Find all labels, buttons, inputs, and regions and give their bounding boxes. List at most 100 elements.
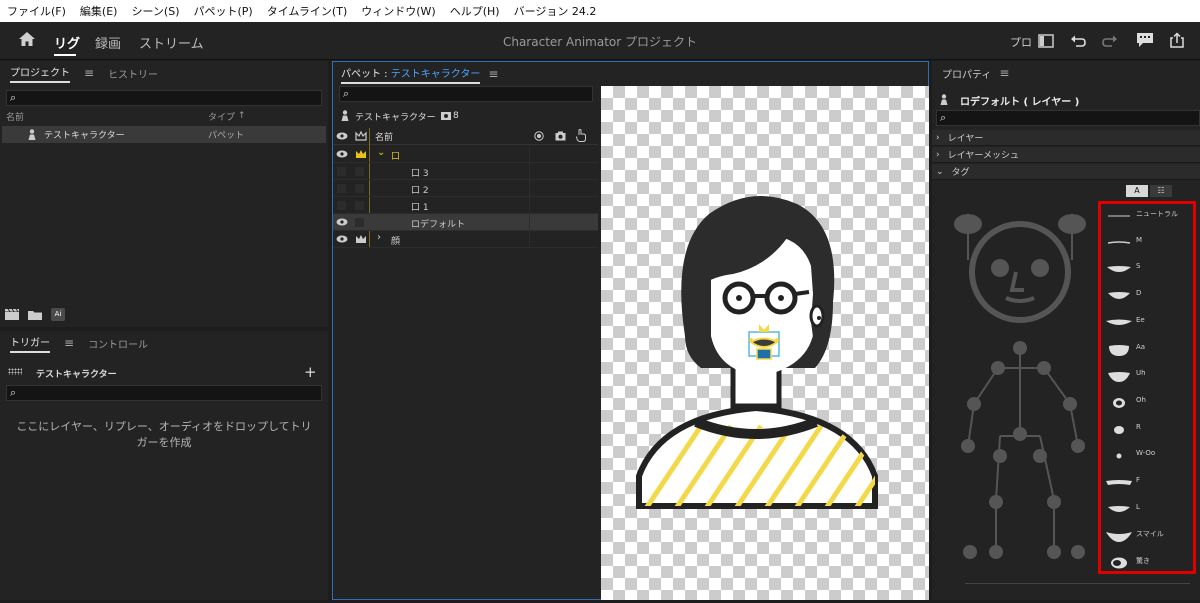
layer-row[interactable]: ロデフォルト [333, 214, 598, 231]
chevron-down-icon[interactable]: ⌄ [377, 147, 385, 158]
redo-icon[interactable] [1102, 34, 1118, 48]
layer-row[interactable]: 口 3 [333, 163, 598, 180]
section-tags[interactable]: ⌄ タグ [932, 164, 1200, 180]
menu-item[interactable]: タイムライン(T) [260, 3, 355, 19]
add-trigger-button[interactable]: + [304, 363, 317, 381]
column-type-header[interactable]: タイプ ↑ [208, 108, 246, 124]
chevron-right-icon[interactable]: › [377, 232, 381, 243]
column-name-header[interactable]: 名前 [6, 108, 24, 124]
undo-icon[interactable] [1070, 34, 1086, 48]
puppet-icon [28, 129, 36, 140]
layer-name: 口 1 [411, 203, 429, 213]
grid-dots-icon [8, 368, 22, 375]
menu-item[interactable]: ファイル(F) [0, 3, 73, 19]
character-illustration [636, 196, 878, 509]
project-item-type: パペット [208, 130, 245, 141]
menu-item[interactable]: パペット(P) [186, 3, 259, 19]
section-layer-mesh[interactable]: › レイヤーメッシュ [932, 147, 1200, 163]
search-icon: ⌕ [343, 87, 350, 100]
tab-history[interactable]: ヒストリー [108, 66, 158, 81]
puppet-panel: パペット : テストキャラクター ≡ ⌕ テストキャラクター 8 名前 ⌄ 口口 … [332, 61, 929, 600]
menu-item[interactable]: バージョン 24.2 [507, 3, 604, 19]
panel-menu-icon[interactable]: ≡ [999, 66, 1009, 80]
tab-project[interactable]: プロジェクト [10, 64, 70, 83]
eye-icon[interactable] [336, 150, 348, 158]
crown-icon[interactable] [355, 131, 367, 141]
menu-item[interactable]: ヘルプ(H) [443, 3, 507, 19]
tab-triggers[interactable]: トリガー [10, 334, 50, 353]
origin-icon [534, 131, 544, 141]
trigger-panel: トリガー ≡ コントロール テストキャラクター + ⌕ ここにレイヤー、リプレー… [0, 331, 328, 600]
layer-row[interactable]: ⌄ 口 [333, 146, 598, 163]
sort-arrow-icon: ↑ [238, 111, 246, 121]
menu-item[interactable]: シーン(S) [124, 3, 186, 19]
independence-toggle[interactable] [355, 201, 364, 210]
layer-name: 口 [391, 152, 401, 162]
independence-toggle[interactable] [355, 218, 364, 227]
divider [965, 583, 1190, 584]
active-mode-indicator [54, 54, 76, 56]
layer-row[interactable]: 口 2 [333, 180, 598, 197]
project-search-input[interactable]: ⌕ [6, 90, 322, 106]
section-layer[interactable]: › レイヤー [932, 130, 1200, 146]
puppet-icon [341, 110, 349, 121]
properties-search-input[interactable]: ⌕ [936, 110, 1200, 126]
puppet-name: テストキャラクター [355, 112, 436, 123]
layer-name: 口 2 [411, 186, 429, 196]
puppet-canvas[interactable] [601, 86, 929, 600]
panel-menu-icon[interactable]: ≡ [84, 66, 94, 80]
folder-icon[interactable] [27, 309, 43, 321]
menu-item[interactable]: 編集(E) [73, 3, 125, 19]
tab-puppet[interactable]: パペット : テストキャラクター [341, 65, 481, 84]
workspace-bar: リグ 録画 ストリーム Character Animator プロジェクト プロ [0, 22, 1200, 60]
panel-layout-icon[interactable] [1038, 34, 1054, 48]
eye-icon[interactable] [336, 218, 348, 226]
layer-name: 口 3 [411, 169, 429, 179]
share-icon[interactable] [1170, 32, 1184, 48]
illustrator-icon[interactable]: Ai [51, 308, 65, 321]
visibility-toggle[interactable] [337, 201, 346, 210]
chevron-right-icon: › [936, 132, 940, 143]
layer-name: ロデフォルト [411, 220, 466, 230]
menu-item[interactable]: ウィンドウ(W) [354, 3, 442, 19]
eye-icon[interactable] [336, 235, 348, 243]
selected-layer-name: ロデフォルト ( レイヤー ) [960, 96, 1080, 108]
tag-text-toggle[interactable]: A [1126, 185, 1148, 197]
layer-name-header: 名前 [375, 132, 394, 143]
panel-menu-icon[interactable]: ≡ [64, 336, 74, 350]
trigger-empty-message: ここにレイヤー、リプレー、オーディオをドロップしてトリ ガーを作成 [16, 420, 312, 449]
visibility-toggle[interactable] [337, 167, 346, 176]
tag-visual-toggle[interactable]: ☷ [1150, 185, 1172, 197]
feedback-icon[interactable] [1136, 32, 1154, 48]
crown-icon[interactable] [355, 234, 367, 244]
layer-row[interactable]: › 顔 [333, 231, 598, 248]
layer-name: 顔 [391, 237, 401, 247]
visibility-toggle[interactable] [337, 184, 346, 193]
trigger-search-input[interactable]: ⌕ [6, 385, 322, 401]
chevron-right-icon: › [936, 149, 940, 160]
project-item-name: テストキャラクター [44, 130, 125, 141]
independence-toggle[interactable] [355, 184, 364, 193]
crown-icon[interactable] [355, 149, 367, 159]
viseme-highlight-box [1098, 201, 1196, 574]
eye-icon[interactable] [336, 132, 348, 140]
chevron-down-icon: ⌄ [936, 166, 944, 177]
new-scene-icon[interactable] [4, 308, 20, 321]
tab-properties[interactable]: プロパティ [942, 66, 991, 81]
project-panel: プロジェクト ≡ ヒストリー ⌕ 名前 タイプ ↑ テストキャラクター パペット … [0, 61, 328, 327]
tab-controls[interactable]: コントロール [88, 336, 148, 351]
independence-toggle[interactable] [355, 167, 364, 176]
menu-bar: ファイル(F) 編集(E) シーン(S) パペット(P) タイムライン(T) ウィンドウ(… [0, 0, 1200, 22]
tag-body-diagram[interactable] [940, 200, 1100, 580]
handle-count-icon [441, 112, 451, 120]
handle-count: 8 [453, 111, 459, 121]
search-icon: ⌕ [10, 91, 17, 104]
trigger-puppet-name: テストキャラクター [36, 369, 117, 380]
search-icon: ⌕ [940, 111, 947, 124]
search-icon: ⌕ [10, 386, 17, 399]
puppet-search-input[interactable]: ⌕ [339, 86, 593, 102]
panel-menu-icon[interactable]: ≡ [488, 67, 498, 81]
layer-row[interactable]: 口 1 [333, 197, 598, 214]
stick-icon [576, 129, 586, 142]
pro-label: プロ [1010, 36, 1032, 49]
